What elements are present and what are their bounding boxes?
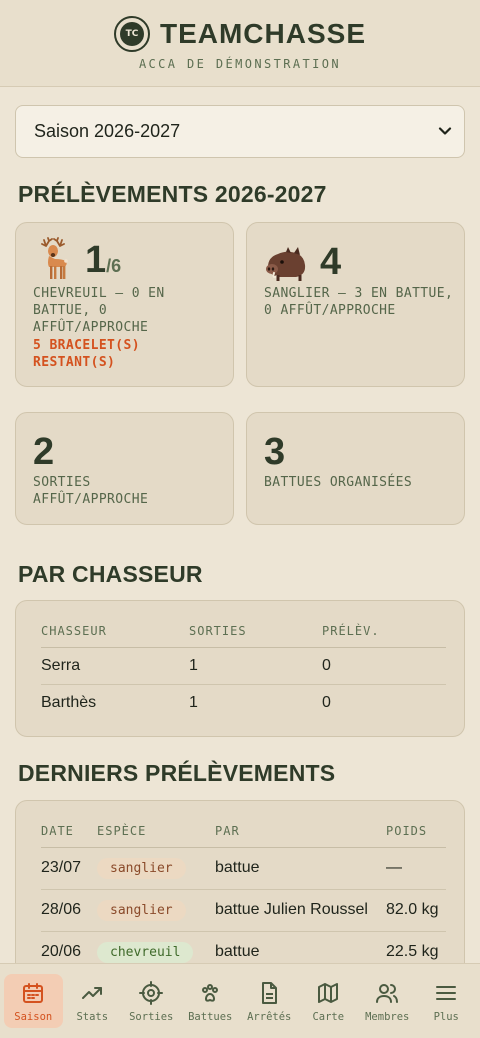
- chevron-down-icon: [438, 127, 452, 135]
- species-badge: sanglier: [97, 857, 186, 879]
- bracelets-remaining: 5 BRACELET(S) RESTANT(S): [33, 338, 140, 370]
- chevreuil-desc: CHEVREUIL — 0 EN BATTUE, 0 AFFÛT/APPROCH…: [33, 286, 165, 335]
- battues-count: 3: [264, 431, 286, 473]
- prelev-value: 0: [322, 647, 446, 685]
- nav-carte[interactable]: Carte: [299, 974, 358, 1028]
- sorties-value: 1: [189, 693, 198, 711]
- brand[interactable]: TC TEAMCHASSE: [0, 16, 480, 52]
- table-row: 23/07 sanglier battue —: [41, 847, 446, 890]
- paw-icon: [202, 984, 219, 1002]
- column-header: CHASSEUR: [41, 616, 189, 648]
- calendar-icon: [23, 983, 44, 1003]
- document-icon: [262, 982, 278, 1004]
- chasseur-name: Serra: [41, 647, 189, 685]
- trend-icon: [82, 987, 103, 999]
- logo-icon: TC: [113, 16, 150, 52]
- sorties-count: 2: [33, 431, 55, 473]
- nav-label: Stats: [76, 1011, 109, 1023]
- table-row: 28/06 sanglier battue Julien Roussel 82.…: [41, 889, 446, 932]
- season-select-value: Saison 2026-2027: [34, 121, 181, 141]
- table-header-row: DATE ESPÈCE PAR POIDS: [41, 816, 446, 848]
- club-subtitle: ACCA DE DÉMONSTRATION: [138, 57, 342, 71]
- column-header: POIDS: [386, 816, 446, 848]
- table-header-row: CHASSEUR SORTIES PRÉLÈV.: [41, 616, 446, 648]
- prelev-value: 0: [322, 693, 331, 711]
- derniers-table: DATE ESPÈCE PAR POIDS 23/07 sanglier bat…: [41, 816, 446, 973]
- nav-sorties[interactable]: Sorties: [122, 974, 181, 1028]
- nav-plus[interactable]: Plus: [417, 974, 476, 1028]
- logo-text: TC: [119, 22, 144, 46]
- prelevements-title: PRÉLÈVEMENTS 2026-2027: [18, 181, 327, 207]
- sorties-value: 1: [189, 647, 322, 685]
- nav-membres[interactable]: Membres: [358, 974, 417, 1028]
- users-icon: [376, 984, 399, 1003]
- menu-icon: [436, 986, 457, 1000]
- boar-icon: [266, 247, 306, 281]
- nav-battues[interactable]: Battues: [181, 974, 240, 1028]
- battues-desc: BATTUES ORGANISÉES: [264, 475, 413, 490]
- poids-cell: —: [386, 847, 446, 890]
- chevreuil-count: 1: [85, 239, 107, 281]
- chevreuil-quota: /6: [106, 256, 122, 276]
- column-header: ESPÈCE: [97, 816, 215, 848]
- column-header: DATE: [41, 816, 97, 848]
- species-badge: sanglier: [97, 899, 186, 921]
- nav-label: Sorties: [129, 1011, 174, 1023]
- nav-label: Plus: [433, 1011, 459, 1023]
- chevreuil-card: 1 /6 CHEVREUIL — 0 EN BATTUE, 0 AFFÛT/AP…: [15, 222, 234, 387]
- sorties-desc: SORTIES AFFÛT/APPROCHE: [33, 475, 149, 507]
- column-header: PAR: [215, 816, 386, 848]
- par-cell: battue Julien Roussel: [215, 889, 386, 932]
- date-cell: 28/06: [41, 889, 97, 932]
- chasseur-name: Barthès: [41, 693, 97, 711]
- par-cell: battue: [215, 847, 386, 890]
- par-chasseur-title: PAR CHASSEUR: [18, 561, 203, 587]
- map-icon: [318, 983, 339, 1003]
- par-chasseur-card: CHASSEUR SORTIES PRÉLÈV. Serra 1 0 Barth…: [15, 600, 465, 737]
- sanglier-desc: SANGLIER — 3 EN BATTUE, 0 AFFÛT/APPROCHE: [264, 286, 454, 318]
- nav-stats[interactable]: Stats: [63, 974, 122, 1028]
- sanglier-count: 4: [320, 241, 342, 283]
- nav-label: Carte: [312, 1011, 345, 1023]
- table-row: Serra 1 0: [41, 647, 446, 685]
- app-header: TC TEAMCHASSE ACCA DE DÉMONSTRATION: [0, 0, 480, 87]
- nav-label: Battues: [188, 1011, 233, 1023]
- nav-label: Membres: [365, 1011, 410, 1023]
- nav-arretes[interactable]: Arrêtés: [240, 974, 299, 1028]
- nav-saison[interactable]: Saison: [4, 974, 63, 1028]
- column-header: SORTIES: [189, 616, 322, 648]
- sanglier-card: 4 SANGLIER — 3 EN BATTUE, 0 AFFÛT/APPROC…: [246, 222, 465, 387]
- derniers-title: DERNIERS PRÉLÈVEMENTS: [18, 760, 336, 786]
- par-chasseur-table: CHASSEUR SORTIES PRÉLÈV. Serra 1 0 Barth…: [41, 616, 446, 721]
- nav-label: Arrêtés: [247, 1011, 292, 1023]
- deer-icon: [41, 237, 68, 279]
- date-cell: 23/07: [41, 847, 97, 890]
- battues-card: 3 BATTUES ORGANISÉES: [246, 412, 465, 525]
- column-header: PRÉLÈV.: [322, 616, 446, 648]
- nav-label: Saison: [14, 1011, 53, 1023]
- sorties-card: 2 SORTIES AFFÛT/APPROCHE: [15, 412, 234, 525]
- season-select[interactable]: Saison 2026-2027: [15, 105, 465, 158]
- crosshair-icon: [139, 981, 164, 1005]
- table-row: Barthès 1 0: [41, 684, 446, 721]
- poids-cell: 82.0 kg: [386, 889, 446, 932]
- bottom-nav: Saison Stats Sorties Battues Arrêtés Car…: [0, 963, 480, 1038]
- species-badge: chevreuil: [97, 941, 194, 963]
- app-name: TEAMCHASSE: [159, 18, 366, 49]
